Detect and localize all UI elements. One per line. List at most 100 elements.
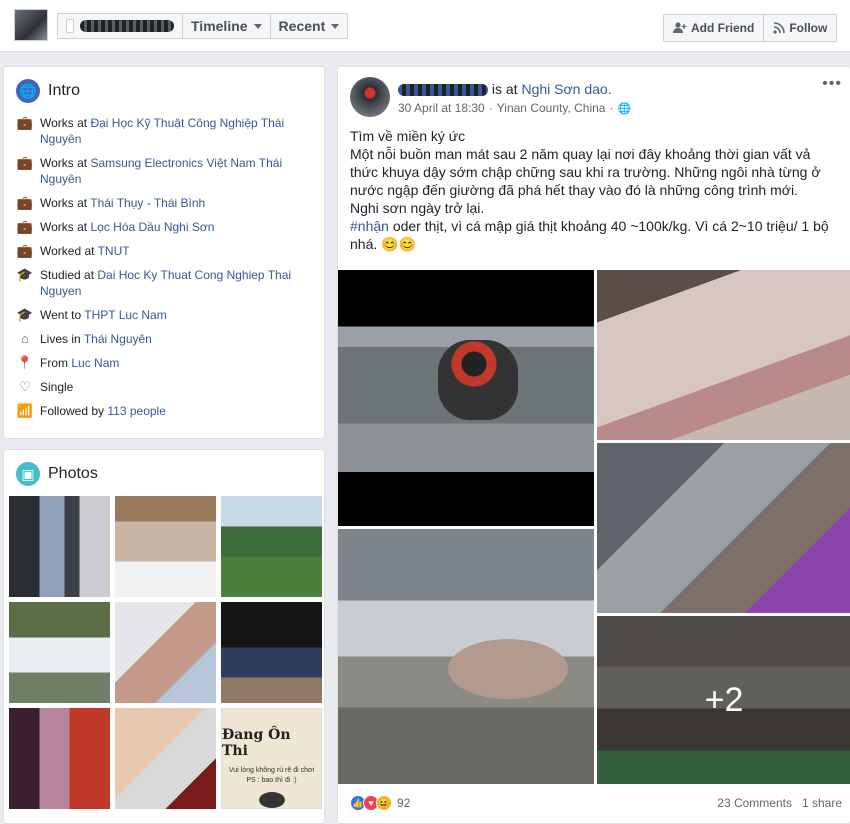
comments-count-link[interactable]: 23 Comments [717,796,792,810]
briefcase-icon: 💼 [16,195,34,210]
recent-label: Recent [278,18,326,34]
intro-item-prefix: From [40,356,68,370]
post-text-line: Tìm về miền ký ức [350,128,466,144]
name-field-icon [66,19,74,33]
shares-count-link[interactable]: 1 share [802,796,842,810]
intro-header: 🌐 Intro [4,67,324,115]
intro-list: 💼 Works at Đại Học Kỹ Thuật Công Nghiệp T… [4,115,324,419]
photo-thumbnail[interactable]: Đang Ôn Thi Vui lòng không rủ rê đi chơi… [221,708,322,809]
intro-item-link[interactable]: Thái Nguyên [84,332,152,346]
intro-item-prefix: Works at [40,116,88,130]
sign-title: Đang Ôn Thi [222,727,291,759]
follow-label: Follow [789,21,828,35]
profile-avatar-thumbnail[interactable] [14,9,48,41]
post-photo[interactable] [597,443,850,613]
intro-item-prefix: Worked at [40,244,95,258]
followers-icon: 📶 [16,403,34,418]
rider-shape [438,340,518,420]
profile-actions: Add Friend Follow [663,14,838,42]
photo-thumbnail[interactable] [115,496,216,597]
globe-icon: 🌐 [16,79,40,103]
post-body: Tìm về miền ký ức Một nỗi buồn man mát s… [350,127,840,253]
recent-dropdown[interactable]: Recent [271,14,348,38]
post-photo-collage: +2 [338,270,850,784]
intro-item-link[interactable]: THPT Luc Nam [84,308,166,322]
photo-thumbnail[interactable] [9,496,110,597]
graduation-cap-icon: 🎓 [16,267,34,282]
hashtag-link[interactable]: #nhận [350,218,389,234]
intro-title: Intro [48,82,81,99]
add-friend-label: Add Friend [691,21,755,35]
intro-item-prefix: Went to [40,308,82,322]
intro-item: 💼 Works at Samsung Electronics Việt Nam T… [16,155,312,187]
post-footer: 👍 ♥ 😆 92 23 Comments 1 share [350,795,842,811]
heart-icon: ♡ [19,379,31,394]
timeline-nav: Timeline Recent [57,13,349,39]
intro-item: 📶 Followed by 113 people [16,403,312,419]
intro-item-link[interactable]: 113 people [107,404,166,418]
intro-item-prefix: Works at [40,196,88,210]
photo-thumbnail[interactable] [115,602,216,703]
intro-item-prefix: Works at [40,156,88,170]
post-photo[interactable] [597,270,850,440]
briefcase-icon: 💼 [16,155,34,170]
sign-character-icon [258,792,285,808]
reactions-summary[interactable]: 👍 ♥ 😆 92 [350,795,410,811]
photo-thumbnail[interactable] [221,602,322,703]
post-options-icon[interactable]: ••• [822,75,842,93]
intro-item: 💼 Works at Thái Thụy - Thái Bình [16,195,312,211]
post-timestamp-link[interactable]: 30 April at 18:30 [398,101,485,115]
intro-item-link[interactable]: Luc Nam [71,356,119,370]
intro-card: 🌐 Intro 💼 Works at Đại Học Kỹ Thuật Công … [3,66,325,439]
profile-header-bar: Timeline Recent Add Friend Follow [0,0,850,52]
intro-item: 📍 From Luc Nam [16,355,312,371]
intro-item-link[interactable]: Lọc Hóa Dầu Nghi Sơn [90,220,214,234]
intro-item: 💼 Works at Lọc Hóa Dầu Nghi Sơn [16,219,312,235]
reactions-count: 92 [397,796,411,810]
follow-button[interactable]: Follow [764,15,836,41]
intro-item-prefix: Studied at [40,268,95,282]
post-photo[interactable] [338,529,594,784]
sign-line2: Vui lòng không rủ rê đi chơi [228,767,315,774]
photo-thumbnail[interactable] [115,708,216,809]
intro-item: ⌂ Lives in Thái Nguyên [16,331,312,347]
intro-item-link[interactable]: TNUT [98,244,130,258]
intro-item-link[interactable]: Thái Thụy - Thái Bình [90,196,205,210]
photos-grid: Đang Ôn Thi Vui lòng không rủ rê đi chơi… [9,496,322,816]
timeline-label: Timeline [191,18,248,34]
add-friend-button[interactable]: Add Friend [664,15,765,41]
intro-item-prefix: Single [40,380,74,394]
blurred-author-name[interactable] [398,84,488,97]
chevron-down-icon [253,23,262,29]
post-card: is at Nghi Sơn dao. 30 April at 18:30 · … [337,66,850,824]
shark-shape [448,639,568,699]
post-photo[interactable]: +2 [597,616,850,784]
meta-separator: · [488,101,493,115]
home-icon: ⌂ [21,331,29,346]
globe-icon: 🌐 [617,102,632,115]
blurred-profile-name [80,20,174,32]
post-author-avatar[interactable] [350,77,390,117]
post-text-line: #nhận oder thịt, vì cá mập giá thịt khoả… [350,217,840,253]
briefcase-icon: 💼 [16,243,34,258]
post-header: is at Nghi Sơn dao. [398,81,612,97]
profile-name-button[interactable] [58,14,183,38]
post-photo[interactable] [338,270,594,526]
photo-thumbnail[interactable] [9,708,110,809]
intro-item: 💼 Worked at TNUT [16,243,312,259]
post-text-line: Một nỗi buồn man mát sau 2 năm quay lại … [350,146,821,198]
photo-thumbnail[interactable] [9,602,110,703]
photo-thumbnail[interactable] [221,496,322,597]
briefcase-icon: 💼 [16,219,34,234]
checkin-place-link[interactable]: Nghi Sơn dao. [521,81,611,97]
photo-icon: ▣ [16,462,40,486]
sign-line3: PS : bao thì đi :) [246,777,297,784]
photos-header: ▣ Photos [4,450,324,498]
timeline-dropdown[interactable]: Timeline [183,14,271,38]
intro-item-prefix: Followed by [40,404,105,418]
more-photos-overlay[interactable]: +2 [597,616,850,784]
post-location: Yinan County, China [496,101,606,115]
graduation-cap-icon: 🎓 [16,307,34,322]
meta-separator: · [609,101,614,115]
intro-item: 💼 Works at Đại Học Kỹ Thuật Công Nghiệp T… [16,115,312,147]
